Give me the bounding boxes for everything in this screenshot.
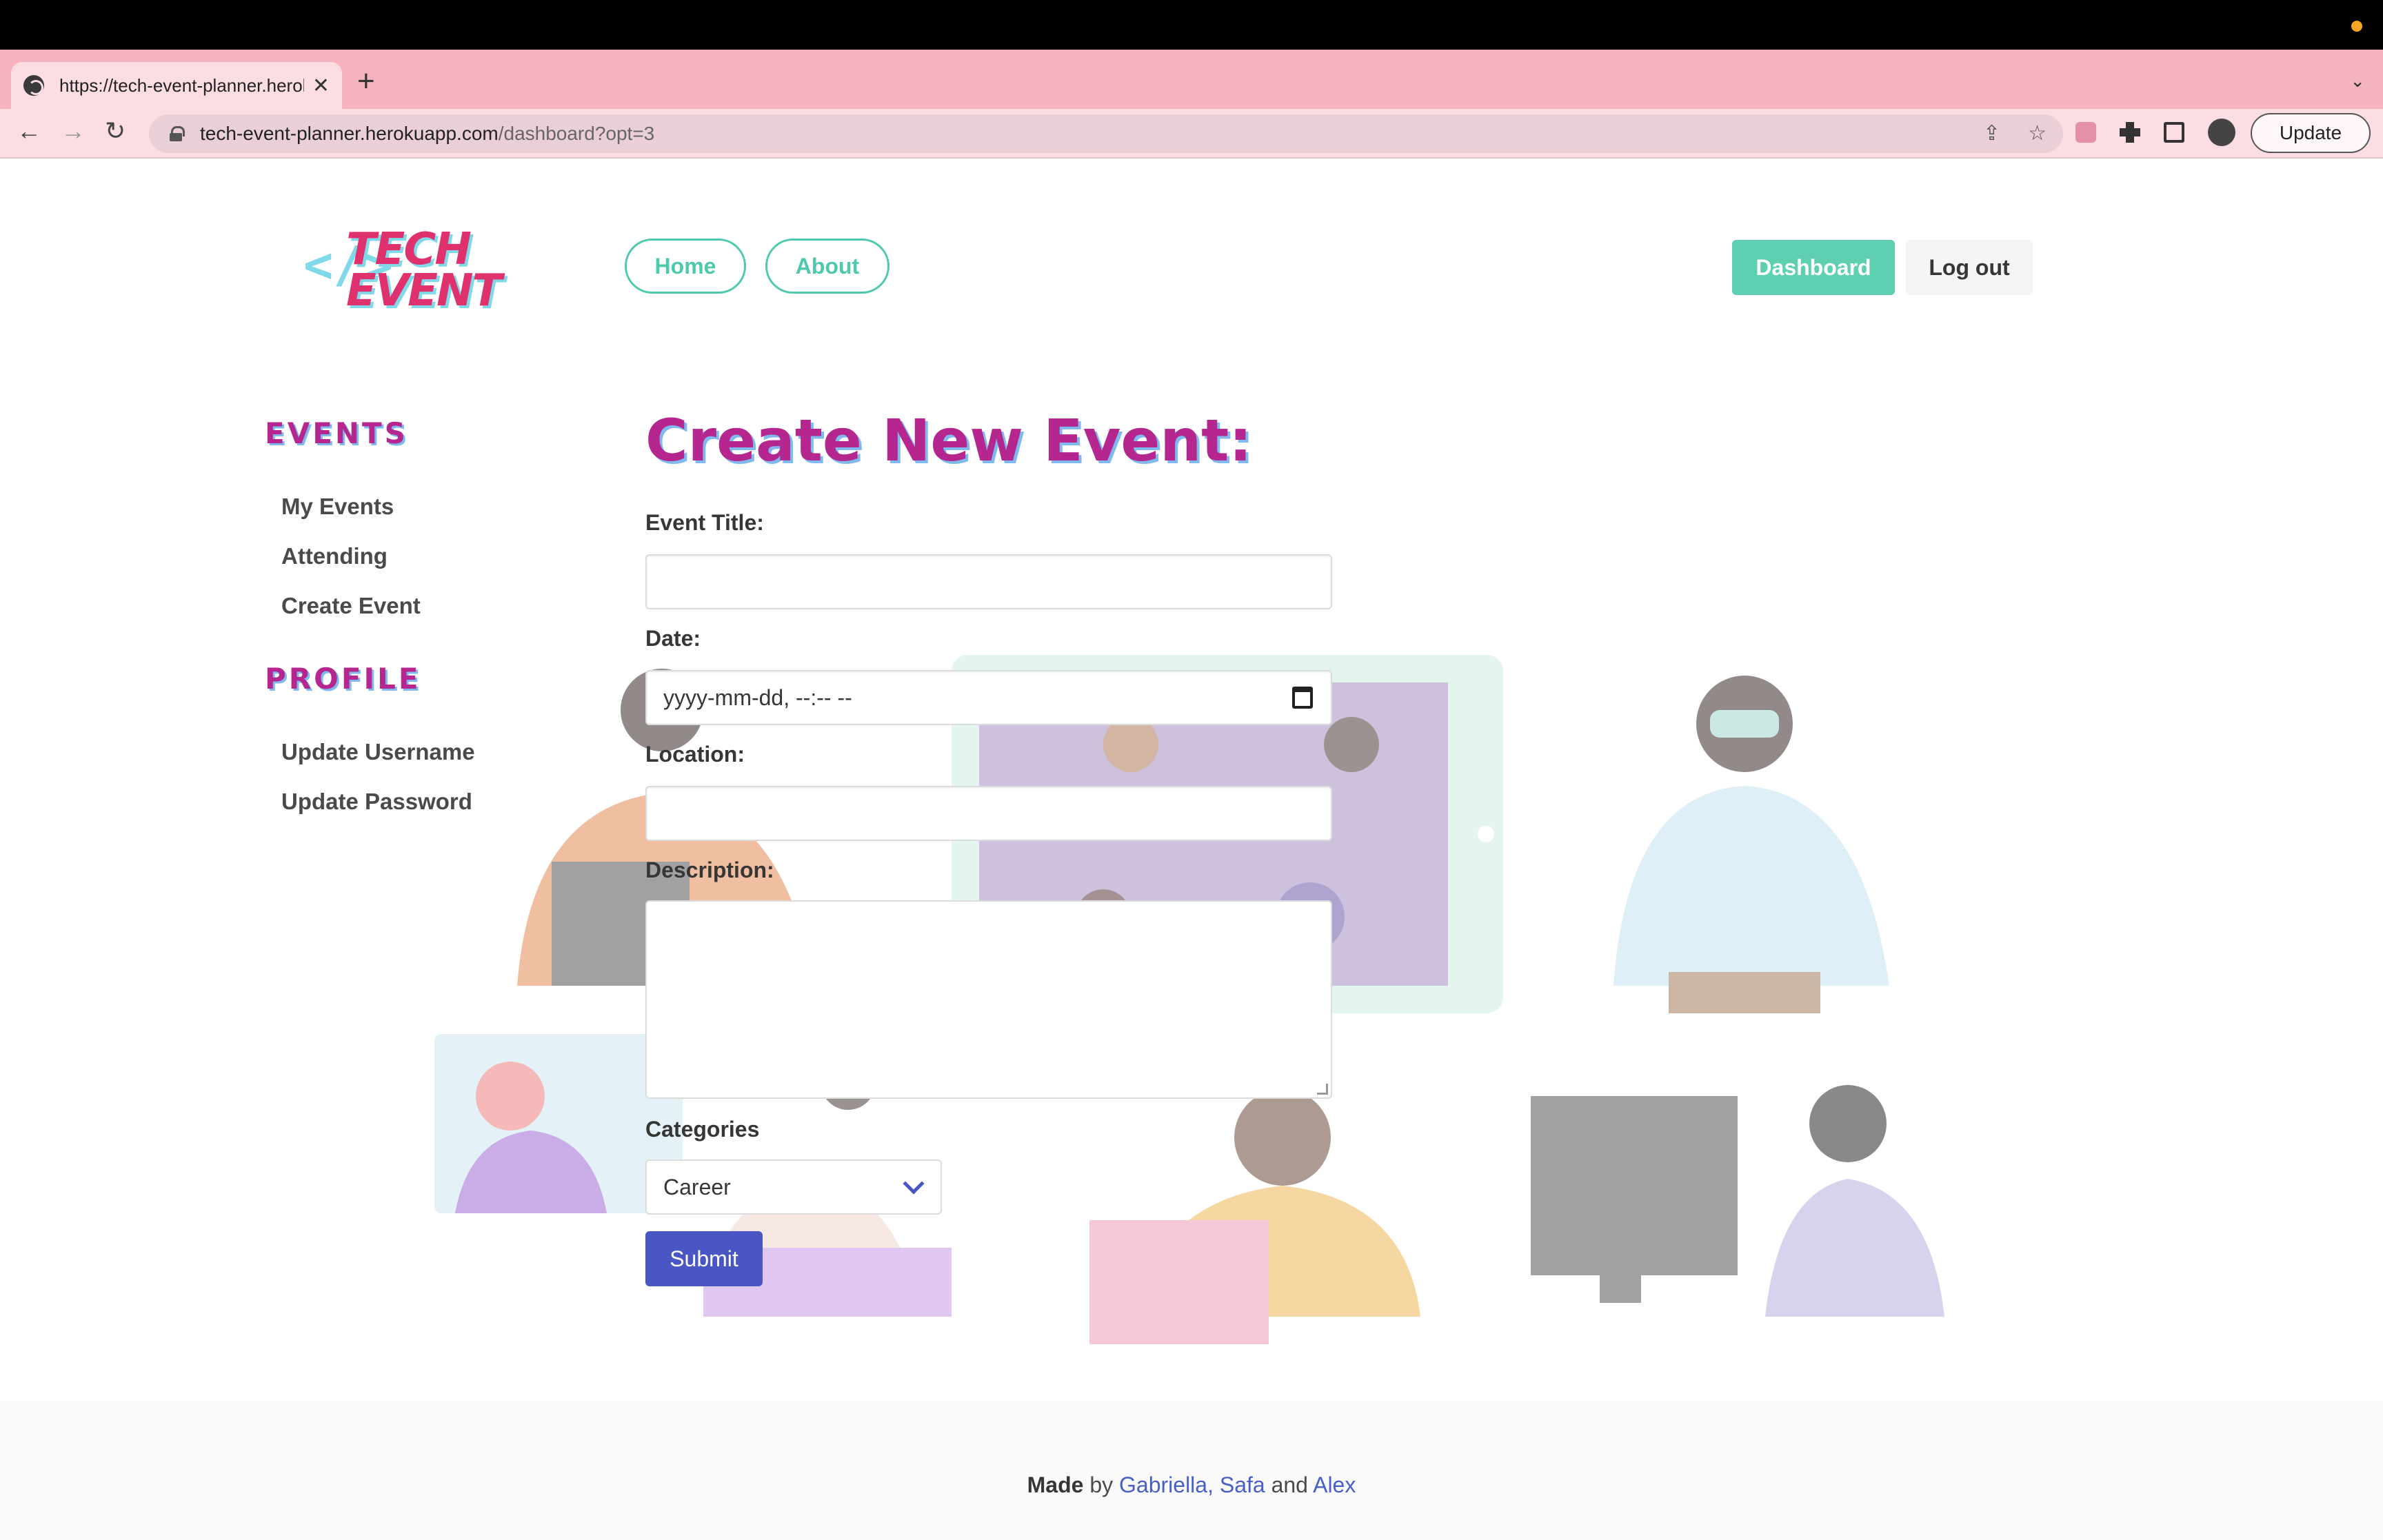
chevron-down-icon (903, 1173, 925, 1195)
author-link-gabriella[interactable]: Gabriella, (1119, 1472, 1214, 1497)
calendar-icon[interactable] (1292, 687, 1313, 709)
footer-and: and (1271, 1472, 1308, 1497)
tech-event-logo[interactable]: </> TECH EVENT (303, 225, 510, 321)
nav-about-button[interactable]: About (765, 239, 889, 294)
nav-home-button[interactable]: Home (625, 239, 746, 294)
browser-update-button[interactable]: Update (2251, 113, 2371, 153)
date-input[interactable]: yyyy-mm-dd, --:-- -- (645, 670, 1332, 725)
extension-badge-icon[interactable] (2075, 122, 2096, 143)
submit-button[interactable]: Submit (645, 1231, 763, 1286)
logo-line-2: EVENT (346, 265, 502, 316)
tab-title: https://tech-event-planner.herokuapp.com… (59, 74, 304, 96)
sidebar-heading-profile: PROFILE (265, 662, 421, 696)
url-host: tech-event-planner.herokuapp.com (200, 123, 499, 144)
address-bar[interactable]: tech-event-planner.herokuapp.com/dashboa… (149, 114, 2063, 153)
category-selected-value: Career (663, 1174, 731, 1199)
reload-icon[interactable]: ↻ (105, 119, 125, 143)
author-link-safa[interactable]: Safa (1220, 1472, 1265, 1497)
page: </> TECH EVENT Home About Dashboard Log … (0, 159, 2383, 1540)
page-title: Create New Event: (645, 407, 1252, 474)
sidebar-item-my-events[interactable]: My Events (281, 494, 394, 520)
sidebar-item-update-password[interactable]: Update Password (281, 789, 472, 815)
share-icon[interactable]: ⇪ (1983, 121, 2000, 145)
resize-handle-icon[interactable] (1317, 1084, 1328, 1095)
categories-select[interactable]: Career (645, 1159, 942, 1215)
author-link-alex[interactable]: Alex (1313, 1472, 1356, 1497)
description-textarea[interactable] (645, 900, 1332, 1099)
event-title-label: Event Title: (645, 510, 764, 535)
url-path: /dashboard?opt=3 (498, 123, 655, 144)
date-label: Date: (645, 626, 701, 651)
browser-toolbar: ← → ↻ tech-event-planner.herokuapp.com/d… (0, 109, 2383, 159)
profile-avatar[interactable] (2208, 119, 2235, 146)
footer: Made by Gabriella, Safa and Alex (0, 1401, 2383, 1540)
footer-by: by (1089, 1472, 1114, 1497)
lock-icon (170, 126, 185, 141)
puzzle-extensions-icon[interactable] (2120, 122, 2140, 143)
logout-button[interactable]: Log out (1906, 240, 2033, 295)
logo-line-1: TECH (346, 224, 472, 275)
footer-made: Made (1027, 1472, 1084, 1497)
forward-arrow-icon[interactable]: → (61, 119, 86, 143)
footer-credits: Made by Gabriella, Safa and Alex (0, 1472, 2383, 1498)
browser-tab-strip: https://tech-event-planner.herokuapp.com… (0, 50, 2383, 109)
new-tab-icon[interactable]: + (357, 66, 375, 97)
categories-label: Categories (645, 1117, 760, 1142)
close-tab-icon[interactable]: ✕ (312, 74, 330, 98)
os-menu-bar (0, 0, 2383, 50)
tab-search-chevron-icon[interactable]: ⌄ (2350, 70, 2365, 92)
sidebar-item-create-event[interactable]: Create Event (281, 593, 421, 619)
sidebar-item-attending[interactable]: Attending (281, 543, 388, 569)
sidebar-heading-events: EVENTS (265, 416, 408, 450)
location-input[interactable] (645, 786, 1332, 841)
side-panel-icon[interactable] (2164, 122, 2184, 143)
event-title-input[interactable] (645, 554, 1332, 609)
bookmark-star-icon[interactable]: ☆ (2028, 121, 2047, 145)
dashboard-button[interactable]: Dashboard (1732, 240, 1895, 295)
sidebar-item-update-username[interactable]: Update Username (281, 739, 475, 765)
browser-tab[interactable]: https://tech-event-planner.herokuapp.com… (11, 62, 342, 109)
date-placeholder: yyyy-mm-dd, --:-- -- (663, 685, 852, 710)
globe-icon (23, 75, 44, 96)
back-arrow-icon[interactable]: ← (17, 119, 41, 143)
location-label: Location: (645, 742, 745, 767)
description-label: Description: (645, 858, 774, 882)
notification-dot-icon (2351, 21, 2362, 32)
